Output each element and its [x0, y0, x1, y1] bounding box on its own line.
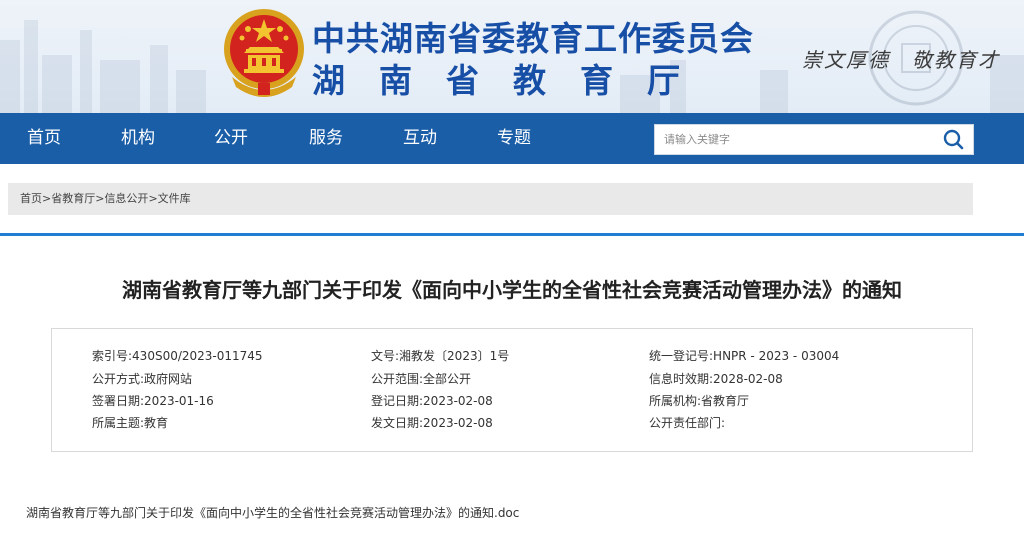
search-button[interactable] [935, 125, 973, 154]
meta-validity-period: 信息时效期:2028-02-08 [649, 372, 783, 386]
meta-agency: 所属机构:省教育厅 [649, 394, 750, 408]
org-name-line2: 湖南省教育厅 [312, 61, 714, 100]
search-input[interactable] [655, 125, 935, 154]
org-name-line1: 中共湖南省委教育工作委员会 [312, 19, 754, 58]
document-metadata-table: 索引号:430S00/2023-011745 文号:湘教发〔2023〕1号 统一… [51, 328, 973, 452]
breadcrumb-separator: > [148, 192, 158, 205]
nav-item-topics[interactable]: 专题 [497, 113, 531, 164]
breadcrumb-disclosure[interactable]: 信息公开 [104, 192, 148, 205]
meta-topic: 所属主题:教育 [92, 416, 169, 430]
meta-issue-date: 发文日期:2023-02-08 [371, 416, 493, 430]
meta-doc-number: 文号:湘教发〔2023〕1号 [371, 349, 510, 363]
nav-item-interaction[interactable]: 互动 [403, 113, 437, 164]
nav-item-home[interactable]: 首页 [27, 113, 61, 164]
search-box [654, 124, 974, 155]
breadcrumb: 首页>省教育厅>信息公开>文件库 [8, 183, 973, 215]
breadcrumb-library[interactable]: 文件库 [158, 192, 191, 205]
national-emblem-icon [224, 9, 304, 97]
breadcrumb-department[interactable]: 省教育厅 [51, 192, 95, 205]
page-title: 湖南省教育厅等九部门关于印发《面向中小学生的全省性社会竞赛活动管理办法》的通知 [122, 278, 902, 302]
breadcrumb-home[interactable]: 首页 [20, 192, 42, 205]
breadcrumb-separator: > [42, 192, 52, 205]
meta-registration-date: 登记日期:2023-02-08 [371, 394, 493, 408]
nav-item-institutions[interactable]: 机构 [121, 113, 155, 164]
meta-publish-scope: 公开范围:全部公开 [371, 372, 472, 386]
main-nav: 首页 机构 公开 服务 互动 专题 [0, 113, 1024, 164]
motto-calligraphy: 崇文厚德 敬教育才 [802, 48, 1000, 72]
nav-item-disclosure[interactable]: 公开 [214, 113, 248, 164]
meta-publish-method: 公开方式:政府网站 [92, 372, 193, 386]
meta-index-number: 索引号:430S00/2023-011745 [92, 349, 263, 363]
section-divider [0, 233, 1024, 236]
meta-signing-date: 签署日期:2023-01-16 [92, 394, 214, 408]
nav-item-services[interactable]: 服务 [309, 113, 343, 164]
search-icon [943, 129, 964, 150]
meta-responsible-department: 公开责任部门: [649, 416, 726, 430]
meta-registration-number: 统一登记号:HNPR - 2023 - 03004 [649, 349, 840, 363]
attachment-link[interactable]: 湖南省教育厅等九部门关于印发《面向中小学生的全省性社会竞赛活动管理办法》的通知.… [26, 504, 519, 521]
site-banner: 中共湖南省委教育工作委员会 湖南省教育厅 崇文厚德 敬教育才 [0, 0, 1024, 113]
